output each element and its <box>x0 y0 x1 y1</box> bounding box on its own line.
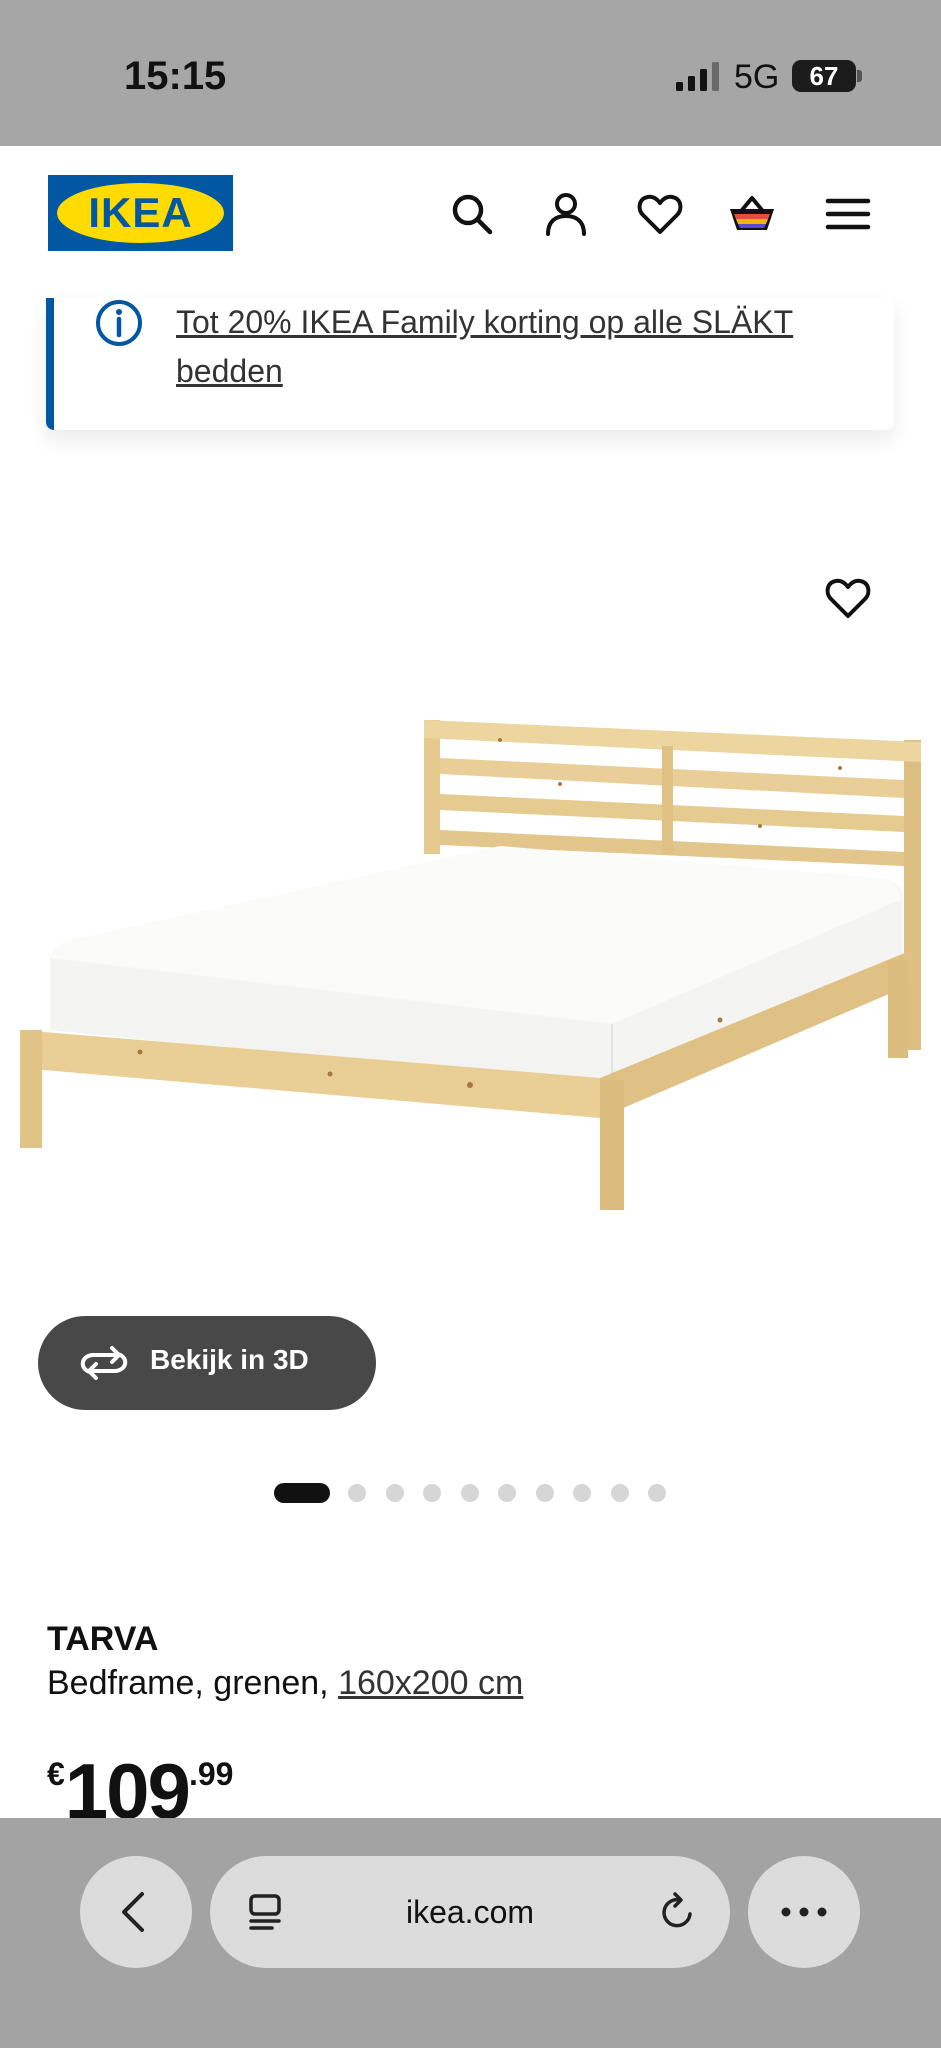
carousel-dot-9[interactable] <box>611 1484 629 1502</box>
battery-tip <box>857 70 862 82</box>
product-type: Bedframe, grenen, <box>47 1664 339 1702</box>
more-options-button[interactable] <box>748 1856 860 1968</box>
site-header: IKEA <box>0 146 941 298</box>
logo-text: IKEA <box>88 189 193 236</box>
product-description: Bedframe, grenen, 160x200 cm <box>47 1664 523 1703</box>
signal-icon <box>676 62 719 91</box>
cart-icon[interactable] <box>726 188 778 240</box>
page: 15:15 5G 67 IKEA Tot 20% IKEA Family kor… <box>0 0 941 2048</box>
price-decimal: .99 <box>188 1756 234 1792</box>
status-bar: 15:15 5G 67 <box>0 0 941 146</box>
view-in-3d-button[interactable]: Bekijk in 3D <box>38 1316 376 1410</box>
carousel-dot-6[interactable] <box>498 1484 516 1502</box>
product-size-link[interactable]: 160x200 cm <box>338 1664 523 1702</box>
info-icon <box>96 300 142 346</box>
product-image[interactable] <box>0 540 941 1320</box>
address-bar[interactable]: ikea.com <box>210 1856 730 1968</box>
url-text: ikea.com <box>405 1894 535 1930</box>
promo-link[interactable]: Tot 20% IKEA Family korting op alle SLÄK… <box>176 298 856 396</box>
reload-icon[interactable] <box>656 1890 700 1934</box>
carousel-dot-10[interactable] <box>648 1484 666 1502</box>
ikea-logo[interactable]: IKEA <box>48 175 233 251</box>
network-label: 5G <box>734 58 780 96</box>
user-icon[interactable] <box>540 188 592 240</box>
view-in-3d-label: Bekijk in 3D <box>150 1344 309 1375</box>
status-time: 15:15 <box>124 54 227 98</box>
search-icon[interactable] <box>446 188 498 240</box>
carousel-dot-7[interactable] <box>536 1484 554 1502</box>
carousel-dot-5[interactable] <box>461 1484 479 1502</box>
promo-banner: Tot 20% IKEA Family korting op alle SLÄK… <box>46 298 894 430</box>
carousel-dot-1[interactable] <box>274 1483 330 1503</box>
menu-icon[interactable] <box>822 188 874 240</box>
wishlist-heart-icon[interactable] <box>634 188 686 240</box>
ellipsis-icon <box>781 1907 827 1917</box>
rotate-3d-icon <box>80 1346 128 1380</box>
carousel-dot-2[interactable] <box>348 1484 366 1502</box>
carousel-dot-8[interactable] <box>573 1484 591 1502</box>
product-favourite-heart-icon[interactable] <box>822 572 874 624</box>
back-button[interactable] <box>80 1856 192 1968</box>
browser-toolbar: ikea.com <box>0 1818 941 2048</box>
price-currency: € <box>47 1756 65 1792</box>
carousel-dot-4[interactable] <box>423 1484 441 1502</box>
chevron-left-icon <box>122 1892 144 1932</box>
product-name: TARVA <box>47 1620 159 1658</box>
battery-icon: 67 <box>792 60 856 92</box>
battery-percent: 67 <box>809 61 839 91</box>
carousel-dot-3[interactable] <box>386 1484 404 1502</box>
